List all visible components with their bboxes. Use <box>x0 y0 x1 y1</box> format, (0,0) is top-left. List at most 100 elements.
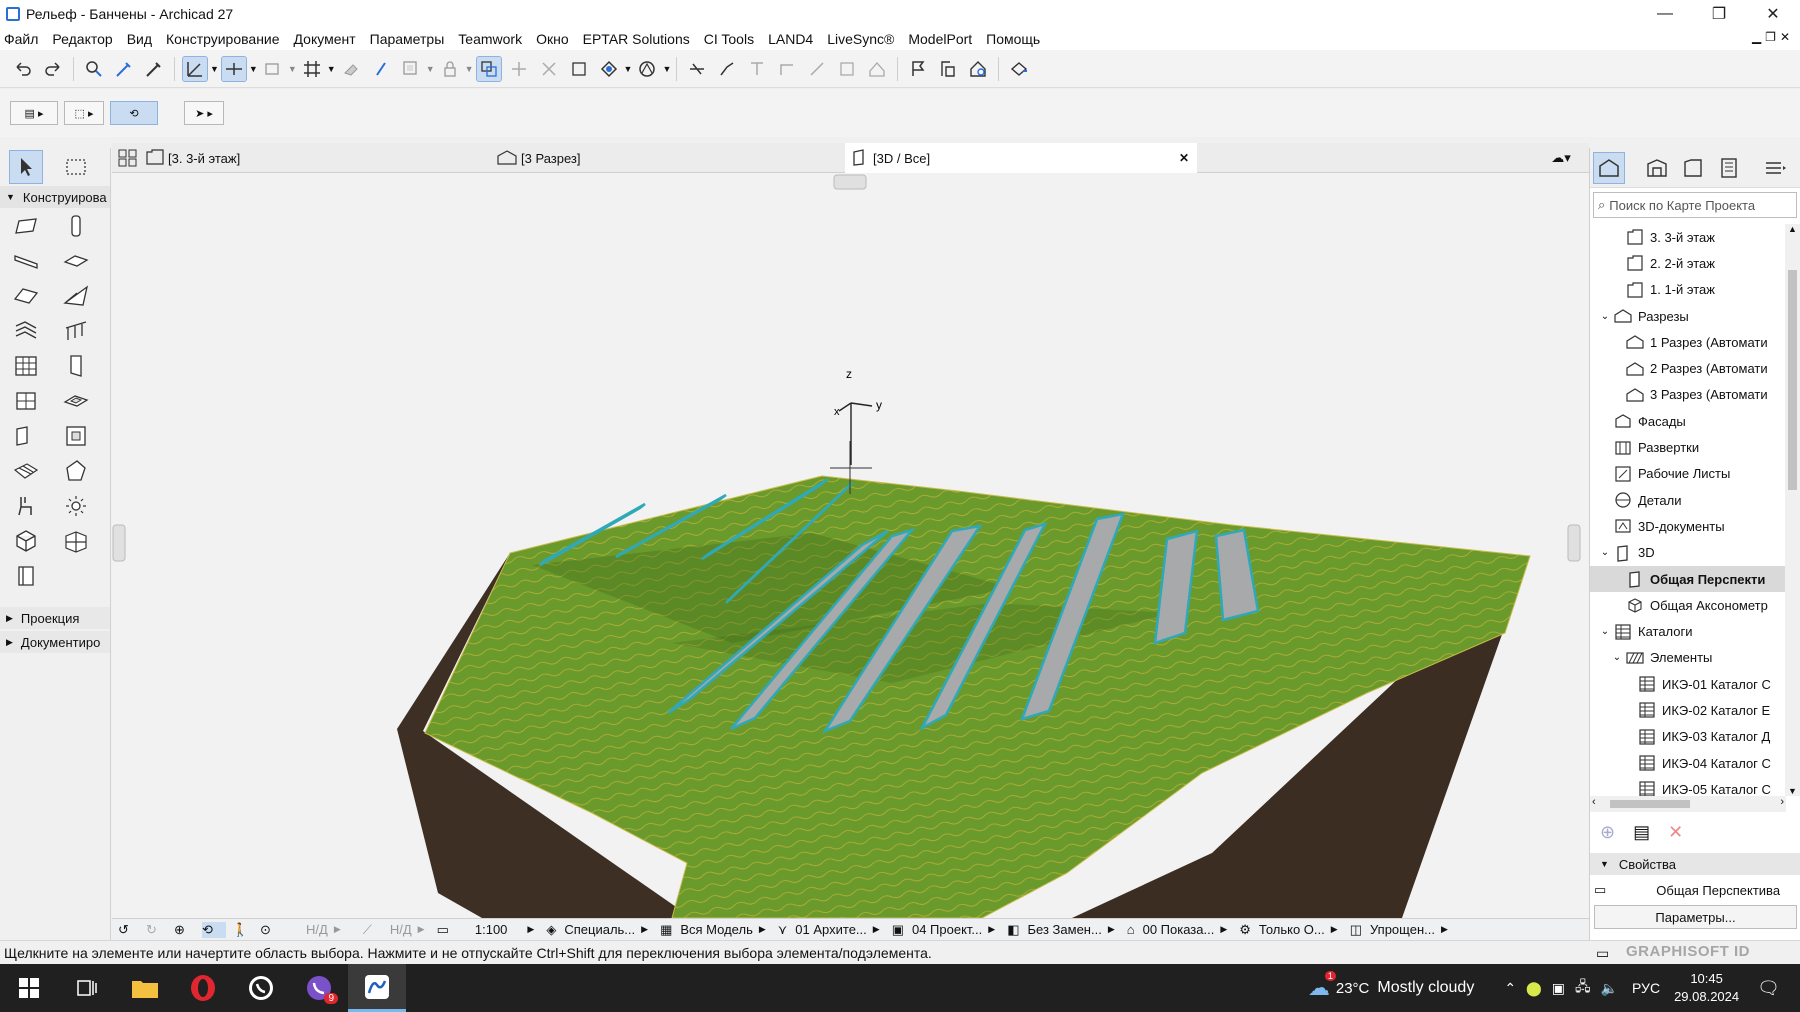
network-icon[interactable]: 🖧 <box>1575 976 1591 1000</box>
top-handle[interactable] <box>833 174 867 190</box>
scale-field[interactable]: ▭ 1:100 ▶ <box>437 922 541 938</box>
chevron-down-icon[interactable]: ▼ <box>465 64 474 74</box>
menu-eptar[interactable]: EPTAR Solutions <box>583 31 690 47</box>
menu-edit[interactable]: Редактор <box>52 31 112 47</box>
arrow-tool-icon[interactable]: ➤ ▸ <box>184 101 224 125</box>
tray-monitor-icon[interactable]: ▣ <box>1552 980 1565 997</box>
arrow-select-icon[interactable] <box>9 150 43 184</box>
menu-livesync[interactable]: LiveSync® <box>827 31 894 47</box>
window-tool-icon[interactable] <box>10 385 42 417</box>
orbit-mode-icon[interactable]: ⟲ <box>202 921 226 938</box>
task-view-icon[interactable] <box>58 964 116 1012</box>
properties-header[interactable]: ▼ Свойства <box>1590 853 1800 875</box>
clock[interactable]: 10:45 29.08.2024 <box>1674 970 1739 1006</box>
suspend-groups-icon[interactable] <box>475 55 502 82</box>
railing-icon[interactable] <box>60 315 92 347</box>
graphisoft-id-link[interactable]: GRAPHISOFT ID <box>1626 943 1750 960</box>
na-field-1[interactable]: Н/Д ▶ <box>306 922 347 937</box>
chevron-down-icon[interactable]: ▼ <box>249 64 258 74</box>
snap-guides-icon[interactable] <box>220 55 247 82</box>
tree-item[interactable]: 2 Разрез (Автомати <box>1590 355 1786 381</box>
tray-app-icon[interactable]: ⬤ <box>1526 980 1542 997</box>
explode-icon[interactable] <box>835 57 859 81</box>
mesh-icon[interactable] <box>10 455 42 487</box>
beam-icon[interactable] <box>10 245 42 277</box>
tab-floor-plan[interactable]: [3. 3-й этаж] <box>146 143 491 173</box>
tree-item[interactable]: ИКЭ-04 Каталог С <box>1590 750 1786 776</box>
chevron-down-icon[interactable]: ⌄ <box>1598 547 1612 558</box>
wall-end-icon[interactable] <box>60 420 92 452</box>
tab-section[interactable]: [3 Разрез] <box>497 143 842 173</box>
door-icon[interactable] <box>60 350 92 382</box>
projection-palette-header[interactable]: ▶ Проекция <box>0 607 110 629</box>
tree-item[interactable]: ИКЭ-01 Каталог С <box>1590 671 1786 697</box>
tree-item[interactable]: ИКЭ-05 Каталог С <box>1590 776 1786 796</box>
selection-frame-icon[interactable]: ⬚ ▸ <box>64 101 104 125</box>
override-field[interactable]: ◧ Без Замен... ▶ <box>1007 922 1121 938</box>
lamp-icon[interactable] <box>60 490 92 522</box>
object-icon[interactable] <box>10 490 42 522</box>
menu-help[interactable]: Помощь <box>986 31 1040 47</box>
parameters-button[interactable]: Параметры... <box>1594 905 1797 929</box>
chevron-up-icon[interactable]: ⌃ <box>1504 980 1516 997</box>
corner-window-icon[interactable] <box>10 420 42 452</box>
shell-icon[interactable] <box>60 280 92 312</box>
chevron-down-icon[interactable]: ▼ <box>1788 786 1797 796</box>
tree-item[interactable]: Детали <box>1590 487 1786 513</box>
tree-item[interactable]: Фасады <box>1590 408 1786 434</box>
viber-icon[interactable]: 9 <box>290 964 348 1012</box>
view-settings-icon[interactable]: ▤ <box>1633 822 1650 843</box>
menu-modelport[interactable]: ModelPort <box>908 31 972 47</box>
roof-tool-icon[interactable] <box>10 280 42 312</box>
menu-design[interactable]: Конструирование <box>166 31 280 47</box>
inject-icon[interactable] <box>142 57 166 81</box>
chevron-down-icon[interactable]: ▼ <box>288 64 297 74</box>
group-icon[interactable] <box>399 57 423 81</box>
volume-icon[interactable]: 🔈 <box>1601 980 1618 997</box>
fillet-icon[interactable] <box>745 57 769 81</box>
grid-snap-icon[interactable] <box>300 57 324 81</box>
skylight-icon[interactable] <box>60 385 92 417</box>
tab-options-icon[interactable]: ☁▾ <box>1536 143 1586 173</box>
tree-item[interactable]: 3 Разрез (Автомати <box>1590 382 1786 408</box>
stair-icon[interactable] <box>10 315 42 347</box>
navigator-menu-icon[interactable] <box>1760 153 1790 183</box>
menu-land4[interactable]: LAND4 <box>768 31 813 47</box>
file-explorer-icon[interactable] <box>116 964 174 1012</box>
curtain-panel-icon[interactable] <box>60 525 92 557</box>
chevron-down-icon[interactable]: ⌄ <box>1610 652 1624 663</box>
3d-viewport[interactable]: z y x <box>112 173 1589 918</box>
marquee-options-icon[interactable]: ▤ ▸ <box>10 101 58 125</box>
chevron-down-icon[interactable]: ▼ <box>327 64 336 74</box>
split-icon[interactable] <box>685 57 709 81</box>
solid-operations-icon[interactable] <box>597 57 621 81</box>
zone-icon[interactable] <box>10 525 42 557</box>
guide-lines-icon[interactable] <box>182 55 208 82</box>
trim-icon[interactable] <box>507 57 531 81</box>
tree-item[interactable]: Развертки <box>1590 434 1786 460</box>
tree-item[interactable]: ⌄ Каталоги <box>1590 618 1786 644</box>
tab-overview-icon[interactable] <box>114 143 142 173</box>
tree-item[interactable]: ⌄ 3D <box>1590 540 1786 566</box>
magic-wand-icon[interactable] <box>369 57 393 81</box>
tree-item[interactable]: ИКЭ-02 Каталог E <box>1590 697 1786 723</box>
teamwork-icon[interactable] <box>966 57 990 81</box>
document-palette-header[interactable]: ▶ Документиро <box>0 631 110 653</box>
bimx-icon[interactable] <box>1007 57 1031 81</box>
whatsapp-icon[interactable] <box>232 964 290 1012</box>
minimize-button[interactable]: — <box>1638 0 1692 28</box>
tree-item[interactable]: 3D-документы <box>1590 513 1786 539</box>
curtain-icon[interactable] <box>805 57 829 81</box>
intersect-icon[interactable] <box>537 57 561 81</box>
tree-item[interactable]: 2. 2-й этаж <box>1590 250 1786 276</box>
tree-item[interactable]: 1. 1-й этаж <box>1590 277 1786 303</box>
language-indicator[interactable]: РУС <box>1632 980 1660 996</box>
resize-icon[interactable] <box>567 57 591 81</box>
wall-icon[interactable] <box>10 210 42 242</box>
right-handle[interactable] <box>1567 524 1581 562</box>
chevron-right-icon[interactable]: › <box>1780 796 1784 808</box>
redo-icon[interactable] <box>41 57 65 81</box>
chevron-up-icon[interactable]: ▲ <box>1788 224 1797 234</box>
layout-book-icon[interactable] <box>1678 153 1708 183</box>
pen-set-field[interactable]: ▣ 04 Проект... ▶ <box>892 922 1002 938</box>
